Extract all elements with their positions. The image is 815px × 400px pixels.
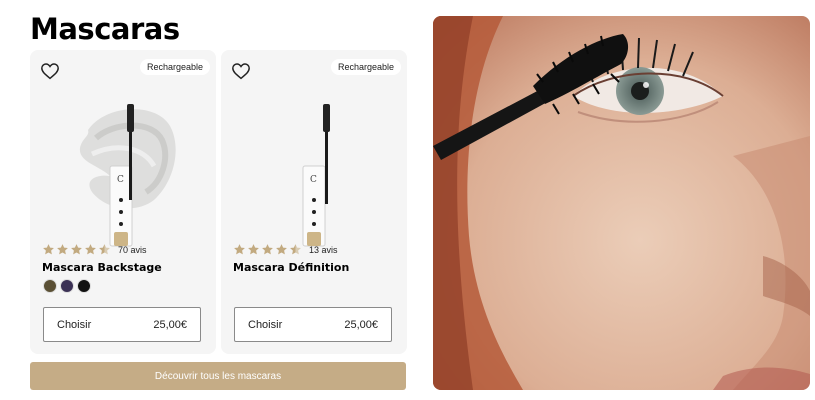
product-name[interactable]: Mascara Backstage <box>42 261 162 274</box>
star-icon <box>43 244 54 255</box>
product-card-definition[interactable]: Rechargeable C 13 avis Mascara Définitio… <box>221 50 407 354</box>
heart-icon[interactable] <box>40 62 60 80</box>
stars <box>42 243 112 256</box>
svg-text:C: C <box>117 175 124 185</box>
price: 25,00€ <box>153 318 187 331</box>
stars <box>233 243 303 256</box>
choose-button[interactable]: Choisir 25,00€ <box>43 307 201 342</box>
heart-icon[interactable] <box>231 62 251 80</box>
swatch-black[interactable] <box>77 279 91 293</box>
rating: 13 avis <box>233 243 338 256</box>
star-icon <box>262 244 273 255</box>
svg-text:C: C <box>310 175 317 185</box>
price: 25,00€ <box>344 318 378 331</box>
choose-label: Choisir <box>248 318 283 331</box>
star-half-icon <box>290 244 301 255</box>
rating: 70 avis <box>42 243 147 256</box>
product-image: C <box>79 104 176 247</box>
swatch-purple[interactable] <box>60 279 74 293</box>
star-icon <box>276 244 287 255</box>
color-swatches <box>43 279 94 293</box>
star-icon <box>71 244 82 255</box>
star-icon <box>248 244 259 255</box>
star-icon <box>85 244 96 255</box>
star-half-icon <box>99 244 110 255</box>
swatch-brown[interactable] <box>43 279 57 293</box>
reviews-count: 70 avis <box>118 244 147 255</box>
lifestyle-photo <box>433 16 810 390</box>
product-image: C <box>302 104 330 247</box>
star-icon <box>234 244 245 255</box>
product-card-backstage[interactable]: Rechargeable C 70 avis Mascara Backstage <box>30 50 216 354</box>
discover-all-mascaras-button[interactable]: Découvrir tous les mascaras <box>30 362 406 390</box>
star-icon <box>57 244 68 255</box>
choose-button[interactable]: Choisir 25,00€ <box>234 307 392 342</box>
product-name[interactable]: Mascara Définition <box>233 261 349 274</box>
choose-label: Choisir <box>57 318 92 331</box>
rechargeable-badge: Rechargeable <box>139 59 210 75</box>
rechargeable-badge: Rechargeable <box>330 59 401 75</box>
section-title: Mascaras <box>30 12 180 46</box>
reviews-count: 13 avis <box>309 244 338 255</box>
